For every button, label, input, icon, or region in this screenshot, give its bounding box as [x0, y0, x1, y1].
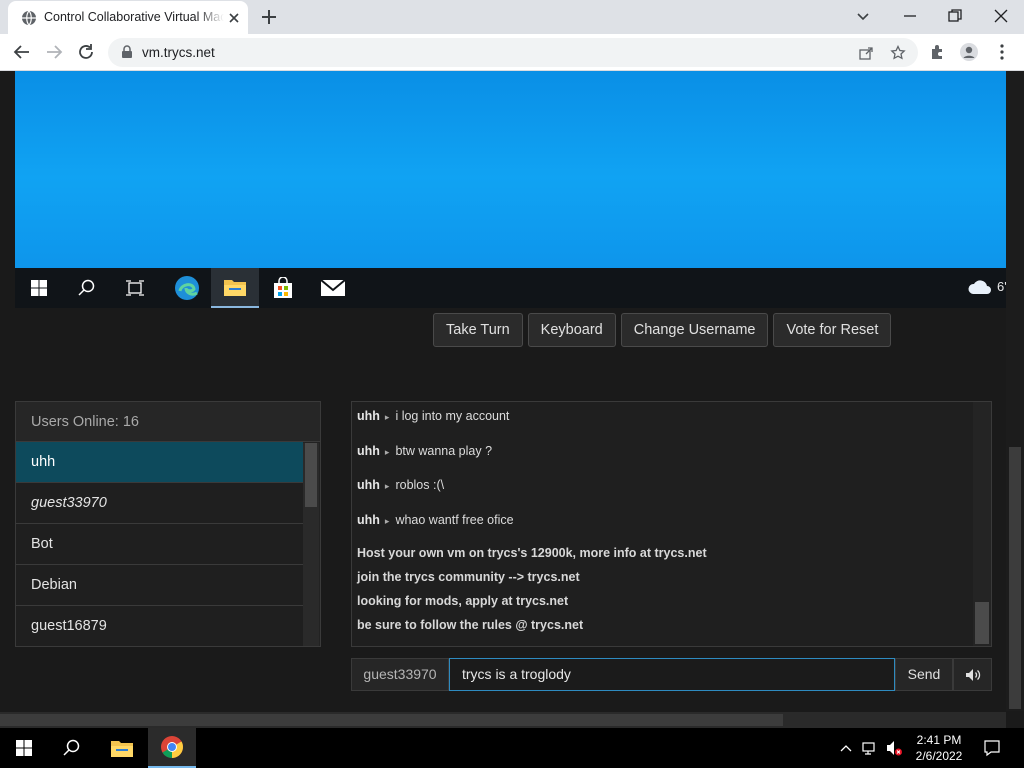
chat-text: btw wanna play ? [395, 444, 493, 458]
chat-arrow-icon: ▸ [384, 447, 390, 457]
user-name: guest16879 [31, 618, 107, 634]
restore-icon[interactable] [945, 6, 965, 26]
vm-edge-icon[interactable] [163, 268, 211, 308]
vm-taskbar[interactable]: 6' [15, 268, 1007, 308]
system-message: Host your own vm on trycs's 12900k, more… [357, 546, 707, 560]
vm-search-icon[interactable] [63, 268, 111, 308]
search-icon[interactable] [48, 728, 96, 768]
chat-text: roblos :(\ [395, 478, 445, 492]
volume-muted-icon[interactable] [886, 740, 902, 756]
browser-tab-bar: Control Collaborative Virtual Machines [0, 0, 1024, 34]
show-hidden-icons-icon[interactable] [838, 740, 854, 756]
page-vertical-scrollbar[interactable] [1006, 71, 1024, 711]
close-window-icon[interactable] [991, 6, 1011, 26]
extensions-icon[interactable] [928, 42, 948, 62]
file-explorer-icon[interactable] [98, 728, 146, 768]
users-scrollbar[interactable] [303, 443, 319, 646]
chat-input[interactable]: trycs is a troglody [449, 658, 895, 691]
browser-tab[interactable]: Control Collaborative Virtual Machines [8, 1, 248, 34]
system-message: be sure to follow the rules @ trycs.net [357, 618, 584, 632]
page-content: 6' Take Turn Keyboard Change Username Vo… [0, 71, 1024, 728]
user-list-item[interactable]: uhh [16, 442, 303, 483]
send-button[interactable]: Send [895, 658, 953, 691]
close-tab-icon[interactable] [226, 10, 242, 26]
system-message: join the trycs community --> trycs.net [357, 570, 580, 584]
new-tab-icon[interactable] [259, 7, 279, 27]
chat-message: uhh ▸ i log into my account [357, 409, 509, 423]
page-vertical-scrollbar-thumb[interactable] [1009, 447, 1021, 709]
users-online-header: Users Online: 16 [16, 402, 320, 442]
chat-scrollbar-thumb[interactable] [975, 602, 989, 644]
user-list-item[interactable]: guest16879 [16, 606, 303, 646]
profile-avatar-icon[interactable] [959, 42, 979, 62]
share-icon[interactable] [858, 45, 874, 61]
network-icon[interactable] [862, 740, 878, 756]
chat-input-row: guest33970 trycs is a troglody Send [351, 658, 992, 691]
menu-kebab-icon[interactable] [992, 42, 1012, 62]
address-bar[interactable]: vm.trycs.net [108, 38, 918, 67]
chat-arrow-icon: ▸ [384, 481, 390, 491]
keyboard-button[interactable]: Keyboard [527, 313, 616, 347]
chat-message: uhh ▸ roblos :(\ [357, 478, 444, 492]
browser-toolbar: vm.trycs.net [0, 34, 1024, 71]
user-list-item[interactable]: guest33970 [16, 483, 303, 524]
take-turn-button[interactable]: Take Turn [433, 313, 523, 347]
chat-arrow-icon: ▸ [384, 412, 390, 422]
user-name: Debian [31, 577, 77, 593]
notifications-icon[interactable] [983, 739, 1001, 757]
tab-search-icon[interactable] [853, 6, 873, 26]
system-clock[interactable]: 2:41 PM 2/6/2022 [906, 732, 972, 764]
users-panel: Users Online: 16 uhh guest33970 Bot Debi… [15, 401, 321, 647]
chat-username[interactable]: uhh [357, 513, 380, 527]
chat-panel: uhh ▸ i log into my account uhh ▸ btw wanna … [351, 401, 992, 647]
user-list-item[interactable]: Debian [16, 565, 303, 606]
clock-time: 2:41 PM [916, 733, 962, 747]
vm-store-icon[interactable] [259, 268, 307, 308]
page-horizontal-scrollbar[interactable] [0, 712, 1006, 728]
vm-start-icon[interactable] [15, 268, 63, 308]
user-name: Bot [31, 536, 53, 552]
chat-username[interactable]: uhh [357, 409, 380, 423]
system-message: looking for mods, apply at trycs.net [357, 594, 569, 608]
reload-icon[interactable] [76, 42, 96, 62]
vm-task-view-icon[interactable] [111, 268, 159, 308]
tab-title: Control Collaborative Virtual Machines [44, 10, 224, 24]
vm-file-explorer-icon[interactable] [211, 268, 259, 308]
vm-controls: Take Turn Keyboard Change Username Vote … [433, 313, 892, 347]
volume-button[interactable] [953, 658, 992, 691]
page-horizontal-scrollbar-thumb[interactable] [0, 714, 783, 726]
forward-icon[interactable] [44, 42, 64, 62]
chat-message: uhh ▸ btw wanna play ? [357, 444, 492, 458]
change-username-button[interactable]: Change Username [620, 313, 769, 347]
user-list-item[interactable]: Bot [16, 524, 303, 565]
chat-text: i log into my account [395, 409, 510, 423]
current-username: guest33970 [351, 658, 449, 691]
bookmark-star-icon[interactable] [890, 45, 906, 61]
chat-username[interactable]: uhh [357, 444, 380, 458]
chat-text: whao wantf free ofice [395, 513, 514, 527]
chat-arrow-icon: ▸ [384, 516, 390, 526]
chat-scrollbar[interactable] [973, 402, 991, 646]
user-name: uhh [31, 454, 56, 470]
url-text: vm.trycs.net [142, 45, 215, 60]
vm-mail-icon[interactable] [309, 268, 357, 308]
chat-username[interactable]: uhh [357, 478, 380, 492]
users-scrollbar-thumb[interactable] [305, 443, 317, 507]
vm-weather-icon[interactable] [965, 276, 995, 300]
minimize-icon[interactable] [900, 6, 920, 26]
chrome-icon[interactable] [148, 728, 196, 768]
user-name: guest33970 [31, 495, 107, 511]
clock-date: 2/6/2022 [915, 749, 963, 763]
back-icon[interactable] [12, 42, 32, 62]
start-icon[interactable] [0, 728, 48, 768]
volume-icon [965, 668, 980, 681]
globe-icon [22, 10, 36, 26]
vote-reset-button[interactable]: Vote for Reset [773, 313, 892, 347]
chat-message: uhh ▸ whao wantf free ofice [357, 513, 514, 527]
windows-taskbar: 2:41 PM 2/6/2022 [0, 728, 1024, 768]
lock-icon[interactable] [120, 45, 134, 59]
